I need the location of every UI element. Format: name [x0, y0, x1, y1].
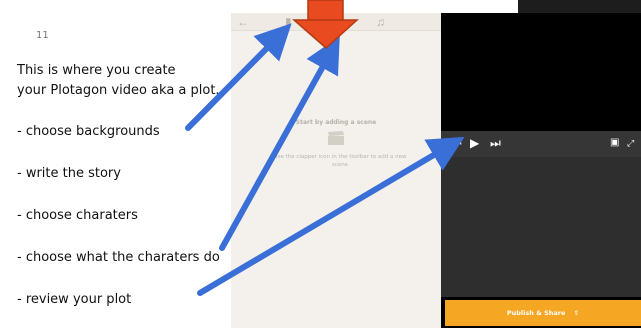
arrow-to-clapper [185, 23, 292, 131]
big-down-arrow [292, 0, 359, 50]
arrow-to-editor [219, 36, 340, 251]
annotation-arrows [185, 0, 465, 296]
